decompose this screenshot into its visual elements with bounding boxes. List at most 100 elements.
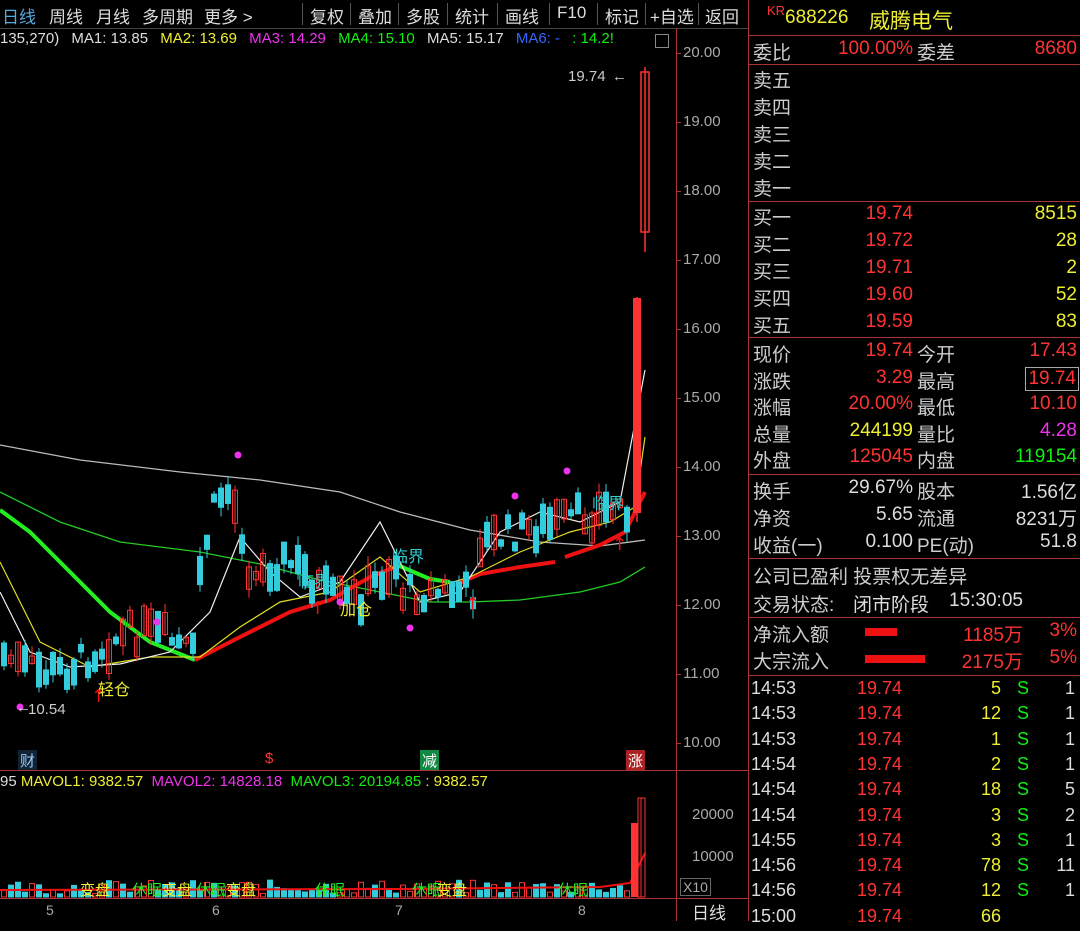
sell-level: 卖二 (749, 147, 1080, 173)
tick-volume: 3 (990, 804, 1001, 825)
ma5-value: MA5: 15.17 (426, 30, 504, 47)
candle-body (43, 669, 49, 685)
tick-side: S (1017, 703, 1030, 724)
sell-level-label: 卖三 (753, 125, 792, 146)
volume-bar (8, 884, 14, 898)
volume-bar (491, 884, 497, 898)
volume-bar (50, 889, 56, 898)
tick-price: 19.74 (857, 829, 903, 850)
price-tick: 11.00 (683, 665, 720, 682)
volume-bar (22, 891, 28, 898)
fundamental-row: 收益(一) 0.100 PE(动) 51.8 (749, 531, 1080, 557)
adjust-button[interactable]: 复权 (310, 3, 344, 28)
tab-weekly[interactable]: 周线 (49, 3, 83, 28)
price-tick: 18.00 (683, 182, 721, 199)
candle-body (176, 634, 182, 649)
tick-side: S (1017, 678, 1030, 698)
fundamental-label: PE(动) (917, 536, 975, 557)
price-tick-mark (676, 53, 681, 54)
collapse-icon[interactable] (655, 34, 669, 48)
tick-row: 14:53 19.74 5 S 1 (749, 678, 1080, 703)
svg-text:↑: ↑ (612, 534, 627, 555)
reduce-event[interactable]: 减 (420, 750, 440, 771)
quote-row: 总量 244199 量比 4.28 (749, 420, 1080, 446)
earnings-event[interactable]: 财 (18, 750, 38, 771)
quote-row: 现价 19.74 今开 17.43 (749, 340, 1080, 366)
flow-row: 净流入额 1185万 3% (749, 620, 1080, 646)
volume-bar (617, 885, 623, 898)
fundamental-row: 净资 5.65 流通 8231万 (749, 504, 1080, 530)
dividend-event[interactable]: $ (265, 750, 273, 767)
tick-price: 19.74 (857, 753, 903, 774)
candle-body (484, 521, 490, 548)
volume-bar (372, 884, 378, 898)
tick-volume: 3 (990, 829, 1001, 850)
mark-button[interactable]: 标记 (605, 3, 639, 28)
buy-level-volume: 8515 (1034, 203, 1077, 224)
candle-body (505, 514, 511, 530)
price-tick-mark (676, 260, 681, 261)
buy-level-price: 19.60 (865, 284, 913, 305)
overlay-button[interactable]: 叠加 (358, 3, 392, 28)
svg-text:↑: ↑ (465, 594, 480, 615)
flow-amount: 2175万 (961, 652, 1023, 673)
price-tick: 17.00 (683, 251, 721, 268)
stats-button[interactable]: 统计 (455, 3, 489, 28)
tab-multi-period[interactable]: 多周期 (142, 3, 193, 28)
mavol1-value: MAVOL1: 9382.57 (20, 773, 144, 790)
mavol2-value: MAVOL2: 14828.18 (151, 773, 283, 790)
candle-body (211, 493, 217, 503)
tick-row: 14:56 19.74 78 S 11 (749, 855, 1080, 880)
ma-green-thick (0, 508, 196, 662)
quote-label: 涨幅 (753, 398, 792, 419)
volume-bar (624, 890, 630, 898)
candle-body (624, 506, 630, 533)
candle-body (92, 651, 98, 672)
toolbar: 日线 周线 月线 多周期 更多 > 复权 叠加 多股 统计 画线 F10 标记 … (0, 0, 748, 29)
tick-volume: 18 (980, 779, 1001, 800)
volume-bar (519, 882, 525, 898)
volume-indicator-line: 95 MAVOL1: 9382.57 MAVOL2: 14828.18 MAVO… (0, 773, 676, 793)
tick-time: 14:53 (751, 728, 797, 749)
multi-stock-button[interactable]: 多股 (406, 3, 440, 28)
tick-side: S (1017, 829, 1030, 850)
candle-body (519, 512, 525, 530)
quote-value: 10.10 (1029, 393, 1077, 414)
quote-value: 3.29 (876, 366, 913, 388)
price-tick: 14.00 (683, 458, 721, 475)
fundamental-label: 流通 (917, 509, 956, 530)
fundamental-value: 0.100 (865, 531, 913, 552)
price-tick: 12.00 (683, 596, 721, 613)
volume-label-8: 变盘 (437, 882, 468, 899)
more-menu-button[interactable]: 更多 > (204, 3, 253, 28)
candle-body (330, 576, 336, 596)
price-tick-mark (676, 674, 681, 675)
sell-level-label: 卖二 (753, 152, 792, 173)
tick-price: 19.74 (857, 880, 903, 901)
critical-label-2: 临界 (392, 549, 425, 566)
sell-level: 卖一 (749, 174, 1080, 200)
sell-level: 卖五 (749, 66, 1080, 92)
rise-event[interactable]: 涨 (626, 750, 646, 771)
volume-bar (540, 883, 546, 898)
ma-yellow (0, 436, 646, 668)
f10-button[interactable]: F10 (557, 3, 586, 23)
buy-level: 买五 19.59 83 (749, 311, 1080, 337)
tick-row: 14:56 19.74 12 S 1 (749, 880, 1080, 905)
volume-label-1: 变盘 (80, 882, 111, 899)
price-chart: ↑ ↑ ↑ ↑ (0, 67, 650, 711)
tab-monthly[interactable]: 月线 (96, 3, 130, 28)
quote-value: 20.00% (848, 393, 913, 414)
tab-daily[interactable]: 日线 (2, 3, 36, 28)
candle-body (547, 506, 553, 540)
draw-button[interactable]: 画线 (505, 3, 539, 28)
volume-bar (603, 891, 609, 898)
volume-bar (498, 892, 504, 898)
tick-time: 14:53 (751, 678, 797, 698)
tick-price: 19.74 (857, 779, 903, 800)
back-button[interactable]: 返回 (705, 3, 739, 28)
period-selector[interactable]: 日线 (692, 899, 726, 924)
add-watchlist-button[interactable]: +自选 (650, 3, 694, 28)
tick-count: 1 (1064, 753, 1075, 774)
volume-bar (64, 890, 70, 898)
